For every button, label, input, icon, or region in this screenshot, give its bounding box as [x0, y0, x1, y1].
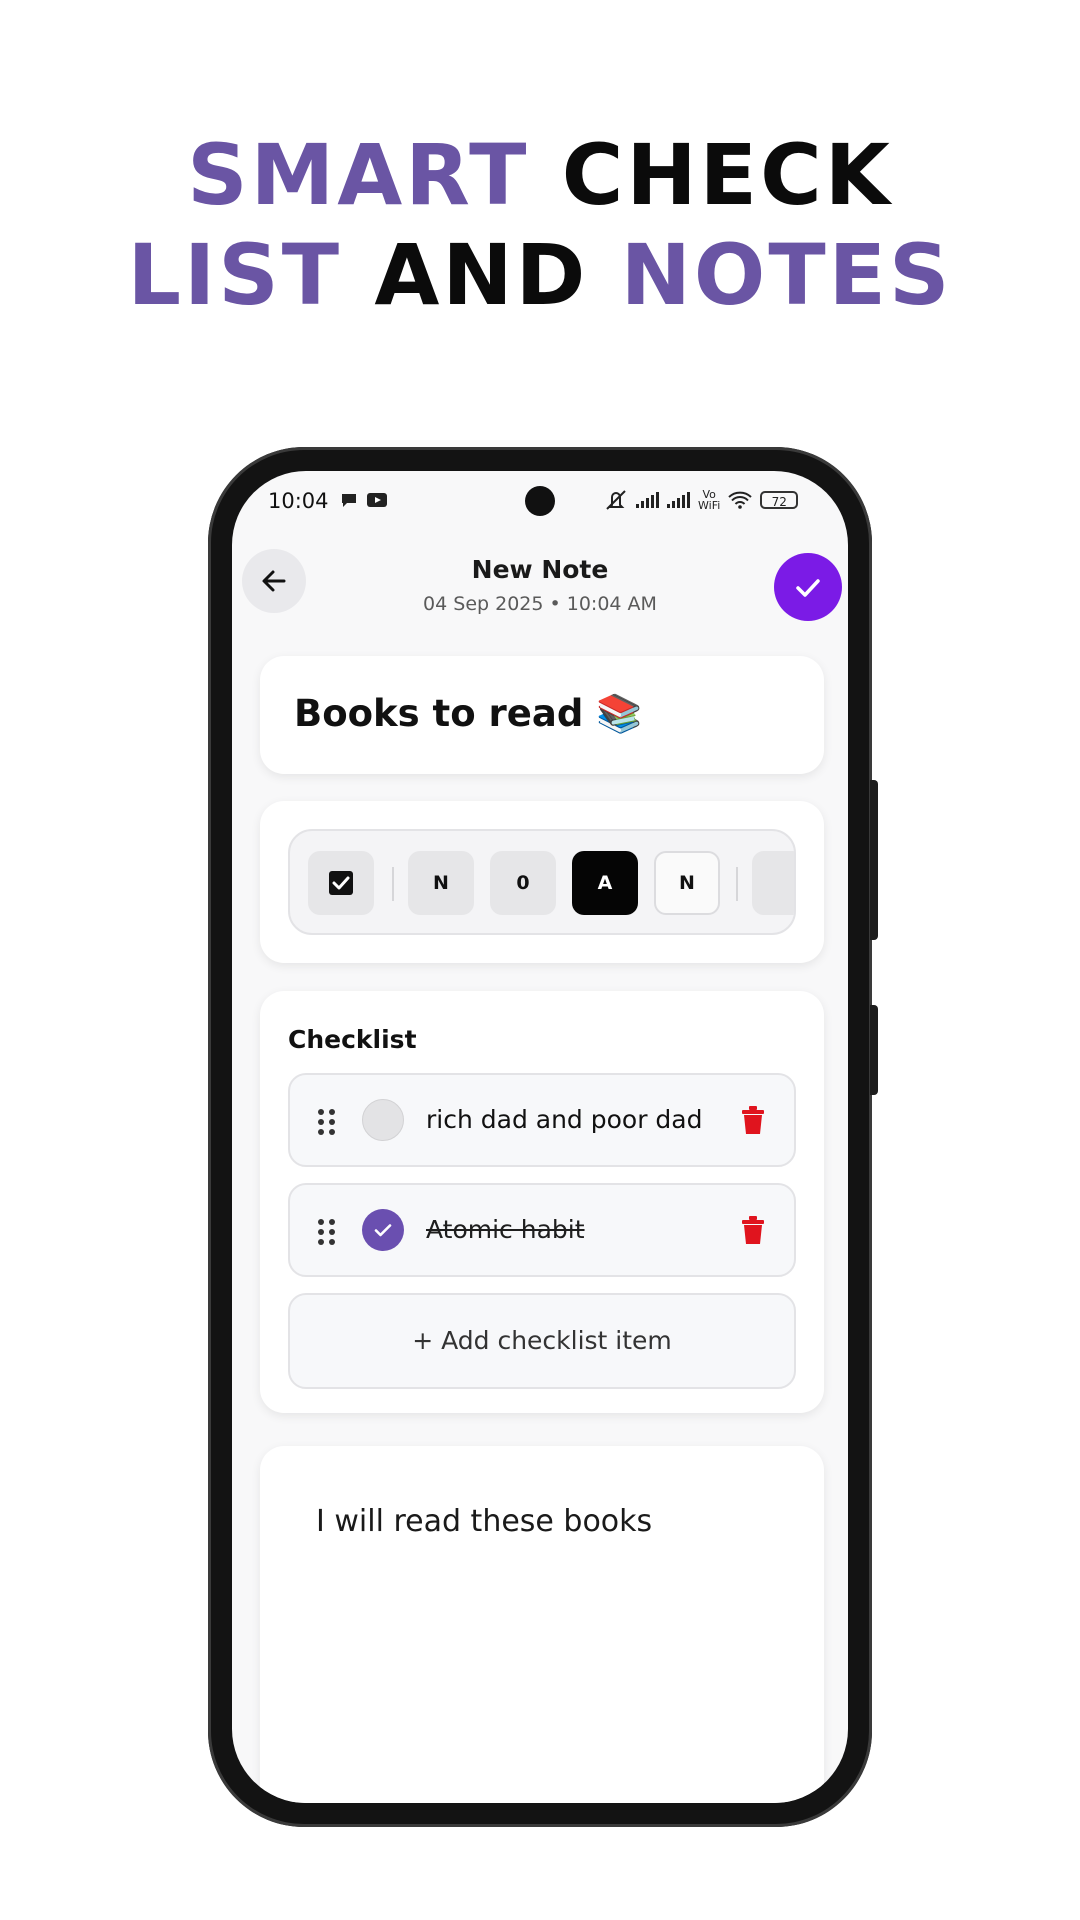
youtube-icon [367, 493, 387, 507]
drag-handle-icon[interactable] [318, 1219, 335, 1245]
checklist-item[interactable]: rich dad and poor dad [288, 1073, 796, 1167]
trash-icon[interactable] [740, 1105, 766, 1135]
promo-line-1: SMART CHECK [0, 125, 1080, 225]
note-title-input[interactable]: Books to read 📚 [294, 692, 642, 736]
header-title: New Note [471, 555, 609, 584]
vo-wifi-bottom: WiFi [698, 499, 721, 512]
toolbar-button-a-selected[interactable]: A [572, 851, 638, 915]
promo-word-check: CHECK [561, 126, 893, 224]
wifi-icon [728, 491, 752, 509]
checklist-item[interactable]: Atomic habit [288, 1183, 796, 1277]
add-checklist-item-button[interactable]: + Add checklist item [288, 1293, 796, 1389]
vo-wifi-label: Vo WiFi [698, 489, 720, 511]
power-button [870, 1005, 878, 1095]
status-right-icons: Vo WiFi 72 [604, 489, 799, 511]
checkbox-icon [329, 871, 353, 895]
promo-word-and: AND [374, 226, 589, 324]
checklist-heading: Checklist [288, 1025, 417, 1054]
notification-icons [340, 491, 388, 509]
format-toolbar[interactable]: N 0 A N [288, 829, 796, 935]
checklist-item-text[interactable]: rich dad and poor dad [426, 1105, 703, 1134]
volume-button [870, 780, 878, 940]
note-body-card[interactable]: I will read these books [260, 1446, 824, 1803]
promo-word-list: LIST [127, 226, 343, 324]
signal-2-icon [667, 492, 690, 508]
checklist-card: Checklist rich dad and poor dad Atomic h… [260, 991, 824, 1413]
checklist-item-checkbox[interactable] [362, 1099, 404, 1141]
save-button[interactable] [774, 553, 842, 621]
toolbar-button-partial[interactable] [752, 851, 794, 915]
header-date: 04 Sep 2025 • 10:04 AM [423, 593, 657, 615]
trash-icon[interactable] [740, 1215, 766, 1245]
front-camera [525, 486, 555, 516]
promo-headline: SMART CHECK LIST AND NOTES [0, 125, 1080, 325]
toolbar-button-0[interactable]: 0 [490, 851, 556, 915]
toolbar-button-n-outline[interactable]: N [654, 851, 720, 915]
toolbar-divider [736, 867, 738, 901]
status-time: 10:04 [268, 489, 329, 513]
mute-icon [606, 490, 626, 510]
phone-screen: 10:04 Vo WiFi 72 New Note 04 Sep 2025 • … [232, 471, 848, 1803]
toolbar-divider [392, 867, 394, 901]
promo-line-2: LIST AND NOTES [0, 225, 1080, 325]
signal-1-icon [636, 492, 659, 508]
toolbar-button-n[interactable]: N [408, 851, 474, 915]
chat-bubble-icon [342, 494, 356, 507]
battery-icon: 72 [760, 491, 799, 509]
note-title-card[interactable]: Books to read 📚 [260, 656, 824, 774]
checklist-item-checkbox-checked[interactable] [362, 1209, 404, 1251]
checklist-toggle-button[interactable] [308, 851, 374, 915]
status-bar: 10:04 Vo WiFi 72 [232, 471, 848, 533]
promo-word-smart: SMART [187, 126, 530, 224]
check-icon [374, 1224, 392, 1237]
promo-word-notes: NOTES [620, 226, 953, 324]
format-toolbar-card: N 0 A N [260, 801, 824, 963]
note-body-input[interactable]: I will read these books [316, 1504, 652, 1539]
drag-handle-icon[interactable] [318, 1109, 335, 1135]
checklist-item-text-done[interactable]: Atomic habit [426, 1215, 585, 1244]
check-icon [796, 579, 820, 597]
